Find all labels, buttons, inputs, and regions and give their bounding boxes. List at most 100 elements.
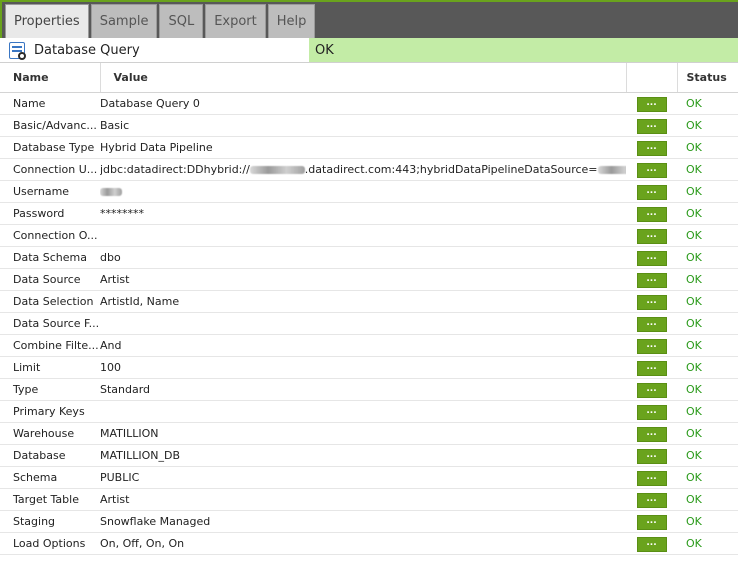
- property-value[interactable]: Snowflake Managed: [100, 510, 626, 533]
- table-header-row: Name Value Status: [0, 63, 738, 93]
- table-row[interactable]: Primary Keys... OK: [0, 400, 738, 423]
- edit-property-button[interactable]: ...: [636, 272, 667, 288]
- table-row[interactable]: Database MATILLION_DB... OK: [0, 444, 738, 467]
- property-value[interactable]: ********: [100, 202, 626, 225]
- property-value-text: Hybrid Data Pipeline: [100, 140, 213, 154]
- property-value[interactable]: And: [100, 334, 626, 357]
- edit-property-button[interactable]: ...: [636, 338, 667, 354]
- table-row[interactable]: Connection O...... OK: [0, 224, 738, 247]
- edit-cell: ...: [626, 312, 677, 335]
- table-row[interactable]: Staging Snowflake Managed... OK: [0, 510, 738, 533]
- edit-property-button[interactable]: ...: [636, 360, 667, 376]
- property-value[interactable]: [100, 400, 626, 423]
- table-row[interactable]: Database Type Hybrid Data Pipeline... OK: [0, 136, 738, 159]
- property-value[interactable]: Artist: [100, 488, 626, 511]
- table-row[interactable]: Warehouse MATILLION... OK: [0, 422, 738, 445]
- edit-property-button[interactable]: ...: [636, 404, 667, 420]
- property-value-text: ArtistId, Name: [100, 294, 180, 308]
- table-row[interactable]: Connection U... jdbc:datadirect:DDhybrid:…: [0, 158, 738, 181]
- edit-cell: ...: [626, 488, 677, 511]
- property-value[interactable]: ArtistId, Name: [100, 290, 626, 313]
- property-value-text: PUBLIC: [100, 470, 140, 484]
- property-name: Limit: [0, 356, 100, 379]
- tab-help[interactable]: Help: [267, 4, 316, 38]
- property-value[interactable]: jdbc:datadirect:DDhybrid:// .datadirect.c…: [100, 158, 626, 181]
- edit-cell: ...: [626, 378, 677, 401]
- edit-property-button[interactable]: ...: [636, 492, 667, 508]
- edit-property-button[interactable]: ...: [636, 514, 667, 530]
- property-value[interactable]: 100: [100, 356, 626, 379]
- table-row[interactable]: Schema PUBLIC... OK: [0, 466, 738, 489]
- edit-property-button[interactable]: ...: [636, 206, 667, 222]
- property-name: Data Schema: [0, 246, 100, 269]
- table-row[interactable]: Load Options On, Off, On, On... OK: [0, 532, 738, 555]
- property-name: Password: [0, 202, 100, 225]
- edit-property-button[interactable]: ...: [636, 250, 667, 266]
- edit-cell: ...: [626, 356, 677, 379]
- property-value[interactable]: PUBLIC: [100, 466, 626, 489]
- edit-property-button[interactable]: ...: [636, 184, 667, 200]
- property-value[interactable]: On, Off, On, On: [100, 532, 626, 555]
- property-status: OK: [677, 312, 738, 335]
- edit-cell: ...: [626, 268, 677, 291]
- table-row[interactable]: Data Source F...... OK: [0, 312, 738, 335]
- table-row[interactable]: Data Source Artist... OK: [0, 268, 738, 291]
- edit-property-button[interactable]: ...: [636, 382, 667, 398]
- property-value-text: MATILLION_DB: [100, 448, 181, 462]
- edit-cell: ...: [626, 510, 677, 533]
- property-name: Connection O...: [0, 224, 100, 247]
- edit-property-button[interactable]: ...: [636, 536, 667, 552]
- edit-property-button[interactable]: ...: [636, 294, 667, 310]
- property-value[interactable]: MATILLION: [100, 422, 626, 445]
- edit-cell: ...: [626, 400, 677, 423]
- table-row[interactable]: Data Selection ArtistId, Name... OK: [0, 290, 738, 313]
- tab-properties[interactable]: Properties: [5, 4, 89, 38]
- property-value-text: On, Off, On, On: [100, 536, 185, 550]
- tab-sql[interactable]: SQL: [159, 4, 204, 38]
- tab-export[interactable]: Export: [205, 4, 266, 38]
- edit-cell: ...: [626, 422, 677, 445]
- property-value[interactable]: Standard: [100, 378, 626, 401]
- property-value[interactable]: MATILLION_DB: [100, 444, 626, 467]
- edit-property-button[interactable]: ...: [636, 162, 667, 178]
- redacted-text: [597, 165, 626, 174]
- property-value[interactable]: Basic: [100, 114, 626, 137]
- table-row[interactable]: Username... OK: [0, 180, 738, 203]
- table-row[interactable]: Limit 100... OK: [0, 356, 738, 379]
- property-value-suffix: .datadirect.com:443;hybridDataPipelineDa…: [304, 162, 598, 176]
- edit-property-button[interactable]: ...: [636, 118, 667, 134]
- edit-property-button[interactable]: ...: [636, 96, 667, 112]
- property-name: Type: [0, 378, 100, 401]
- property-status: OK: [677, 246, 738, 269]
- edit-cell: ...: [626, 444, 677, 467]
- table-row[interactable]: Type Standard... OK: [0, 378, 738, 401]
- property-name: Target Table: [0, 488, 100, 511]
- edit-cell: ...: [626, 202, 677, 225]
- edit-property-button[interactable]: ...: [636, 140, 667, 156]
- property-value[interactable]: [100, 224, 626, 247]
- property-value[interactable]: Database Query 0: [100, 92, 626, 115]
- property-value[interactable]: Hybrid Data Pipeline: [100, 136, 626, 159]
- property-value[interactable]: [100, 312, 626, 335]
- edit-cell: ...: [626, 180, 677, 203]
- property-name: Load Options: [0, 532, 100, 555]
- edit-property-button[interactable]: ...: [636, 470, 667, 486]
- edit-property-button[interactable]: ...: [636, 228, 667, 244]
- property-value[interactable]: dbo: [100, 246, 626, 269]
- property-value-text: Basic: [100, 118, 130, 132]
- edit-property-button[interactable]: ...: [636, 426, 667, 442]
- column-header-status: Status: [677, 63, 738, 93]
- property-value[interactable]: [100, 180, 626, 203]
- table-row[interactable]: Name Database Query 0... OK: [0, 92, 738, 115]
- property-value-text: ********: [100, 206, 144, 220]
- table-row[interactable]: Data Schema dbo... OK: [0, 246, 738, 269]
- tab-sample[interactable]: Sample: [90, 4, 158, 38]
- edit-property-button[interactable]: ...: [636, 316, 667, 332]
- property-value[interactable]: Artist: [100, 268, 626, 291]
- table-row[interactable]: Combine Filte... And... OK: [0, 334, 738, 357]
- table-row[interactable]: Password ********... OK: [0, 202, 738, 225]
- edit-property-button[interactable]: ...: [636, 448, 667, 464]
- table-row[interactable]: Basic/Advanc... Basic... OK: [0, 114, 738, 137]
- property-status: OK: [677, 356, 738, 379]
- table-row[interactable]: Target Table Artist... OK: [0, 488, 738, 511]
